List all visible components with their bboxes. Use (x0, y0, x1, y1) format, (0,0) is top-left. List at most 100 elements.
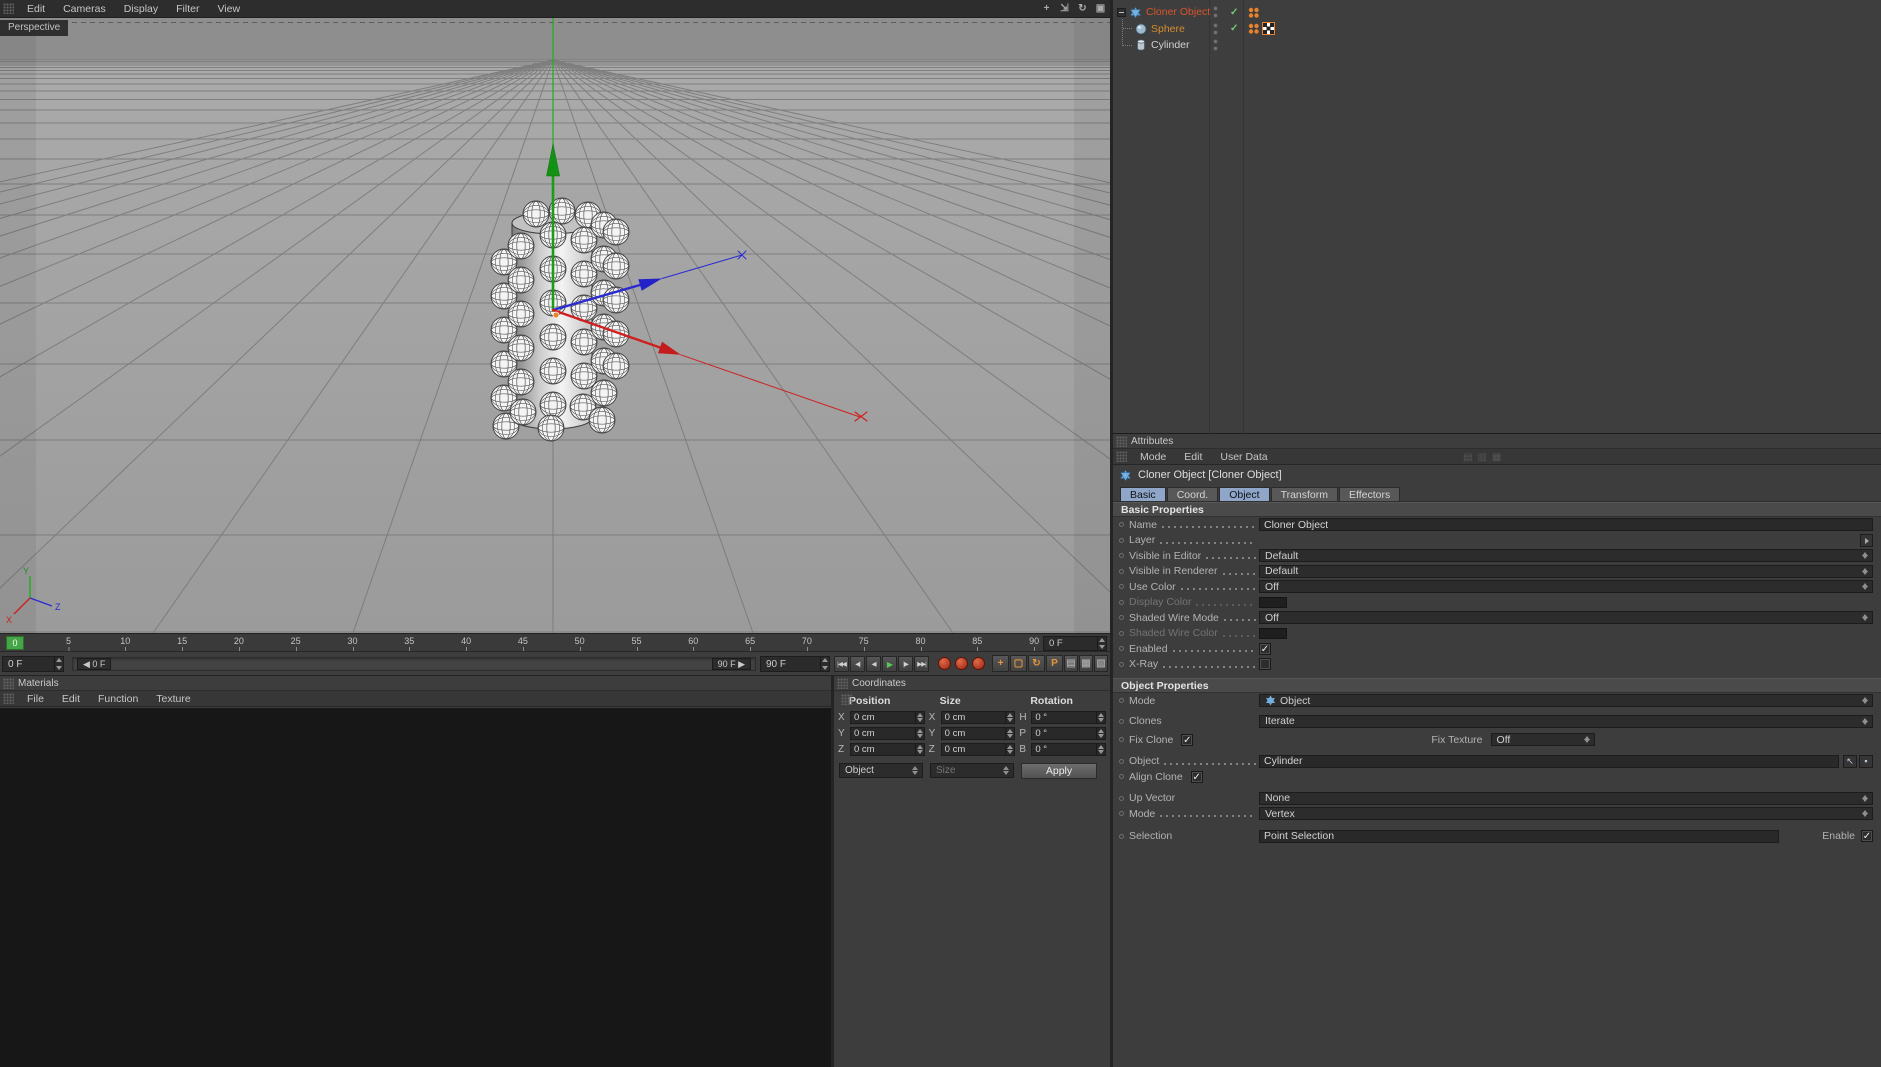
timeline-tick[interactable]: 40 (461, 636, 471, 651)
tab-transform[interactable]: Transform (1270, 487, 1339, 501)
attributes-header[interactable]: Attributes (1113, 434, 1881, 449)
object-label[interactable]: Cloner Object (1146, 6, 1210, 18)
stepper-icon[interactable] (1096, 727, 1105, 739)
materials-menu-texture[interactable]: Texture (147, 692, 199, 706)
clone-sphere[interactable] (602, 352, 630, 380)
viewport-menu-filter[interactable]: Filter (167, 2, 208, 16)
clone-sphere[interactable] (509, 398, 537, 426)
panel-handle-icon[interactable] (1116, 435, 1127, 447)
mode-vertex-dropdown[interactable]: Vertex (1259, 807, 1873, 821)
stepper-icon[interactable] (914, 743, 924, 755)
expand-toggle-icon[interactable] (1117, 7, 1126, 17)
xray-checkbox[interactable] (1259, 658, 1271, 671)
timeline-tick[interactable]: 30 (347, 636, 358, 651)
viewport-scene[interactable]: Y Z X (0, 17, 1881, 634)
attributes-menu-edit[interactable]: Edit (1175, 450, 1211, 464)
timeline-tick[interactable]: 60 (688, 636, 698, 651)
record-scale-toggle[interactable]: ▢ (1010, 655, 1027, 672)
viewport-menu-edit[interactable]: Edit (18, 2, 54, 16)
visibility-dots[interactable] (1213, 22, 1218, 35)
visibility-dots[interactable] (1213, 6, 1218, 18)
coord-value-field[interactable]: 0 ° (1031, 710, 1107, 724)
name-input[interactable] (1259, 518, 1873, 532)
mograph-tag-icon[interactable] (1247, 6, 1260, 19)
keyframe-dot[interactable] (1119, 811, 1124, 817)
coord-value-field[interactable]: 0 cm (850, 710, 925, 724)
coord-value-field[interactable]: 0 cm (940, 710, 1016, 724)
clone-sphere[interactable] (539, 391, 567, 419)
stepper-icon[interactable] (54, 657, 63, 671)
object-link-field[interactable] (1259, 754, 1839, 768)
object-link-menu-button[interactable]: ▪ (1859, 754, 1873, 768)
clone-sphere[interactable] (537, 414, 565, 442)
coord-value-field[interactable]: 0 cm (850, 726, 925, 740)
autokeying-button[interactable] (955, 657, 968, 670)
viewport-3d[interactable]: Perspective Y Z X (0, 17, 1881, 634)
keyframe-dot[interactable] (1119, 537, 1124, 543)
visible-in-editor-dropdown[interactable]: Default (1259, 549, 1873, 563)
panel-handle-icon[interactable] (3, 677, 14, 689)
timeline-tick[interactable]: 50 (575, 636, 585, 651)
keyframe-dot[interactable] (1119, 737, 1124, 743)
keyframe-dot[interactable] (1119, 568, 1124, 574)
keyframe-dot[interactable] (1119, 615, 1124, 621)
panel-handle-icon[interactable] (3, 693, 14, 704)
clone-sphere[interactable] (602, 218, 630, 246)
up-vector-dropdown[interactable]: None (1259, 791, 1873, 805)
clone-sphere[interactable] (507, 266, 535, 294)
rotate-icon[interactable]: ↻ (1075, 1, 1090, 16)
timeline-ruler[interactable]: 0 5 10 15 20 25 30 35 40 45 50 55 60 65 70 75 80 85 90 0 … (0, 633, 1110, 652)
keyframe-dot[interactable] (1119, 774, 1124, 780)
apply-button[interactable]: Apply (1021, 763, 1097, 779)
use-color-dropdown[interactable]: Off (1259, 580, 1873, 594)
object-manager[interactable]: Cloner Object ✓ Sphere ✓ Cylinder (1113, 0, 1881, 434)
layer-browser-button[interactable] (1860, 533, 1873, 547)
fix-clone-checkbox[interactable]: ✓ (1181, 733, 1194, 746)
object-row-cylinder[interactable]: Cylinder (1113, 37, 1881, 53)
mograph-tag-icon[interactable] (1247, 22, 1260, 35)
clone-sphere[interactable] (507, 232, 535, 260)
panel-handle-icon[interactable] (3, 3, 14, 14)
clone-sphere[interactable] (507, 300, 535, 328)
coord-object-dropdown[interactable]: Object (839, 763, 923, 778)
clone-sphere[interactable] (539, 323, 567, 351)
tab-object[interactable]: Object (1219, 487, 1270, 501)
stepper-icon[interactable] (1096, 743, 1105, 755)
keyframe-dot[interactable] (1119, 661, 1124, 667)
clone-sphere[interactable] (522, 200, 550, 228)
coordinates-header[interactable]: Coordinates (834, 676, 1110, 691)
clone-sphere[interactable] (507, 368, 535, 396)
enabled-check[interactable]: ✓ (1230, 23, 1238, 34)
record-keyframe-button[interactable] (938, 657, 951, 670)
panel-handle-icon[interactable] (837, 677, 848, 689)
timeline-tick[interactable]: 70 (802, 636, 812, 651)
object-row-sphere[interactable]: Sphere ✓ (1113, 21, 1881, 37)
clone-sphere[interactable] (602, 252, 630, 280)
stepper-icon[interactable] (914, 727, 924, 739)
viewport-menu-view[interactable]: View (208, 2, 249, 16)
record-position-toggle[interactable]: + (992, 655, 1009, 672)
timeline-tick[interactable]: 5 (66, 636, 71, 651)
coord-value-field[interactable]: 0 ° (1031, 742, 1107, 756)
panel-handle-icon[interactable] (1116, 451, 1127, 462)
stepper-icon[interactable] (1097, 637, 1106, 650)
keyframe-selection-button[interactable] (972, 657, 985, 670)
prev-key-button[interactable]: ◀| (850, 656, 865, 672)
stepper-icon[interactable] (1096, 711, 1105, 723)
range-end-handle[interactable]: 90 F ▶ (711, 658, 751, 670)
key-interpolation-icon[interactable]: ▦ (1079, 655, 1093, 672)
coord-value-field[interactable]: 0 cm (850, 742, 925, 756)
record-parameter-toggle[interactable]: P (1046, 655, 1063, 672)
materials-menu-file[interactable]: File (18, 692, 53, 706)
motion-mode-icon[interactable]: ▤ (1064, 655, 1078, 672)
current-frame-marker[interactable]: 0 (6, 636, 24, 650)
timeline-tick[interactable]: 10 (120, 636, 130, 651)
clone-sphere[interactable] (588, 406, 616, 434)
enable-checkbox[interactable]: ✓ (1861, 830, 1873, 843)
clones-dropdown[interactable]: Iterate (1259, 714, 1873, 728)
clone-sphere[interactable] (507, 334, 535, 362)
keyframe-dot[interactable] (1119, 795, 1124, 801)
range-start-handle[interactable]: ◀ 0 F (77, 658, 112, 670)
coord-value-field[interactable]: 0 cm (940, 742, 1016, 756)
panel-handle-icon[interactable] (841, 694, 852, 705)
